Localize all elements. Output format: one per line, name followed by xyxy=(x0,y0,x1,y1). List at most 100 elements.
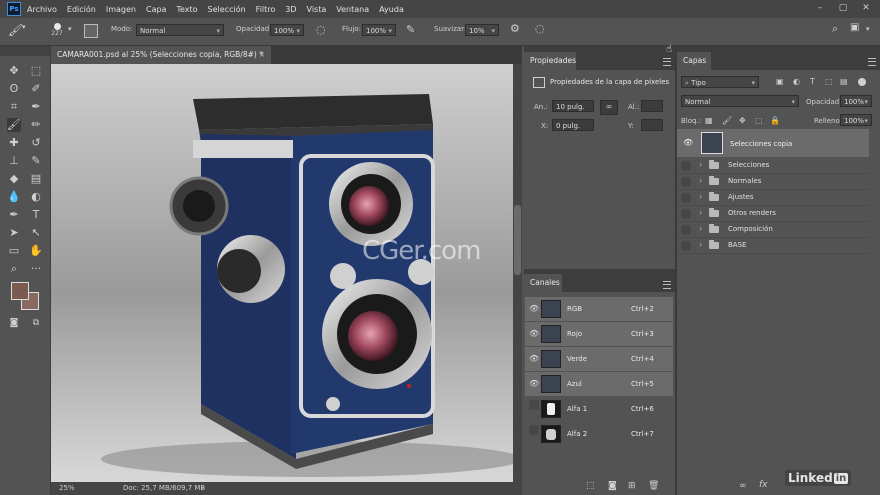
fill-field[interactable]: 100% xyxy=(840,114,872,127)
visibility-toggle[interactable] xyxy=(681,209,691,219)
layer-group-row[interactable]: › Otros renders xyxy=(677,206,869,222)
visibility-toggle[interactable] xyxy=(529,425,539,435)
airbrush-icon[interactable]: ✎ xyxy=(406,23,415,36)
menu-texto[interactable]: Texto xyxy=(176,5,197,14)
filter-toggle-icon[interactable] xyxy=(858,78,866,86)
rectangle-tool-icon[interactable]: ▭ xyxy=(7,244,21,258)
blend-mode-select[interactable]: Normal xyxy=(681,95,799,108)
crop-tool-icon[interactable]: ⌗ xyxy=(7,100,21,114)
quick-selection-icon[interactable]: ✐ xyxy=(29,82,43,96)
width-field[interactable]: 10 pulg. xyxy=(552,100,594,112)
filter-type-icon[interactable]: T xyxy=(810,77,815,86)
chevron-right-icon[interactable]: › xyxy=(699,208,702,217)
filter-pixel-icon[interactable]: ▣ xyxy=(776,77,784,86)
chevron-right-icon[interactable]: › xyxy=(699,240,702,249)
layer-group-row[interactable]: › BASE xyxy=(677,238,869,254)
lasso-tool-icon[interactable]: ʘ xyxy=(7,82,21,96)
opacity-field[interactable]: 100% xyxy=(270,24,304,37)
channel-row[interactable]: 👁 RGB Ctrl+2 xyxy=(525,297,673,321)
layer-filter-select[interactable]: ⌕ Tipo xyxy=(681,76,759,89)
y-field[interactable] xyxy=(641,119,663,131)
menu-edicion[interactable]: Edición xyxy=(67,5,96,14)
chevron-right-icon[interactable]: › xyxy=(699,176,702,185)
channel-row[interactable]: 👁 Rojo Ctrl+3 xyxy=(525,322,673,346)
more-tools-icon[interactable]: ··· xyxy=(29,262,43,276)
hand-tool-icon[interactable]: ✋ xyxy=(29,244,43,258)
chevron-right-icon[interactable]: › xyxy=(699,160,702,169)
lock-position-icon[interactable]: ✥ xyxy=(739,116,746,125)
layer-group-row[interactable]: › Selecciones xyxy=(677,158,869,174)
pressure-size-icon[interactable]: ◌ xyxy=(535,22,545,35)
healing-brush-icon[interactable]: ✚ xyxy=(7,136,21,150)
tab-canales[interactable]: Canales xyxy=(524,274,562,292)
layer-row-selected[interactable]: 👁 Selecciones copia xyxy=(677,129,869,157)
channel-row[interactable]: Alfa 2 Ctrl+7 xyxy=(525,422,673,446)
menu-filtro[interactable]: Filtro xyxy=(256,5,276,14)
eye-icon[interactable]: 👁 xyxy=(529,304,539,314)
workspace-icon[interactable]: ▣ xyxy=(850,22,859,33)
smooth-field[interactable]: 10% xyxy=(465,24,499,37)
fx-icon[interactable]: fx xyxy=(759,480,768,490)
path-selection-icon[interactable]: ➤ xyxy=(7,226,21,240)
tab-capas[interactable]: Capas xyxy=(677,52,711,70)
load-selection-icon[interactable]: ⬚ xyxy=(586,481,595,491)
lock-artboard-icon[interactable]: ⬚ xyxy=(755,116,763,125)
pressure-opacity-icon[interactable]: ◌ xyxy=(316,23,326,36)
lock-pixels-icon[interactable]: 🖌 xyxy=(722,116,732,125)
trash-icon[interactable]: 🗑 xyxy=(648,481,659,491)
visibility-toggle[interactable] xyxy=(681,241,691,251)
layer-group-row[interactable]: › Composición xyxy=(677,222,869,238)
visibility-toggle[interactable] xyxy=(681,193,691,203)
menu-imagen[interactable]: Imagen xyxy=(106,5,136,14)
close-icon[interactable]: ✕ xyxy=(861,3,871,13)
search-icon[interactable]: ⌕ xyxy=(832,22,838,36)
channel-row[interactable]: Alfa 1 Ctrl+6 xyxy=(525,397,673,421)
visibility-toggle[interactable] xyxy=(529,400,539,410)
chevron-right-icon[interactable]: › xyxy=(201,484,204,492)
layer-group-row[interactable]: › Normales xyxy=(677,174,869,190)
eye-icon[interactable]: 👁 xyxy=(529,329,539,339)
lock-transparency-icon[interactable]: ▦ xyxy=(705,116,713,125)
close-icon[interactable]: × xyxy=(259,46,265,64)
link-layers-icon[interactable]: ∞ xyxy=(739,481,747,491)
blur-icon[interactable]: 💧 xyxy=(7,190,21,204)
pencil-icon[interactable]: ✏ xyxy=(29,118,43,132)
gear-icon[interactable]: ⚙ xyxy=(510,22,520,35)
menu-archivo[interactable]: Archivo xyxy=(27,5,57,14)
chevron-down-icon[interactable]: ▾ xyxy=(22,23,26,31)
brush-tool-icon[interactable]: 🖌 xyxy=(7,118,21,132)
zoom-tool-icon[interactable]: ⌕ xyxy=(7,262,21,276)
menu-vista[interactable]: Vista xyxy=(307,5,327,14)
tools-panel-header[interactable] xyxy=(0,46,50,56)
brush-panel-icon[interactable] xyxy=(84,24,98,38)
clone-stamp-icon[interactable]: ⊥ xyxy=(7,154,21,168)
link-icon[interactable]: ∞ xyxy=(600,100,618,115)
brush-preset-picker[interactable]: 227 xyxy=(50,23,64,37)
eye-icon[interactable]: 👁 xyxy=(683,138,693,147)
eye-icon[interactable]: 👁 xyxy=(529,379,539,389)
panel-menu-icon[interactable] xyxy=(868,58,876,66)
chevron-down-icon[interactable]: ▾ xyxy=(866,25,870,33)
chevron-down-icon[interactable]: ▾ xyxy=(68,25,72,33)
save-selection-icon[interactable]: ◙ xyxy=(608,481,617,491)
new-channel-icon[interactable]: ⊞ xyxy=(628,481,636,491)
filter-adjustment-icon[interactable]: ◐ xyxy=(793,77,800,86)
filter-shape-icon[interactable]: ⬚ xyxy=(825,77,833,86)
scrollbar-thumb[interactable] xyxy=(514,205,521,275)
layer-opacity-field[interactable]: 100% xyxy=(840,95,872,108)
chevron-right-icon[interactable]: › xyxy=(699,192,702,201)
visibility-toggle[interactable] xyxy=(681,161,691,171)
menu-ventana[interactable]: Ventana xyxy=(336,5,369,14)
gradient-icon[interactable]: ▤ xyxy=(29,172,43,186)
chevron-right-icon[interactable]: › xyxy=(699,224,702,233)
screen-mode-icon[interactable]: ⧉ xyxy=(29,316,43,330)
layer-group-row[interactable]: › Ajustes xyxy=(677,190,869,206)
tab-propiedades[interactable]: Propiedades xyxy=(524,52,576,70)
visibility-toggle[interactable] xyxy=(681,225,691,235)
menu-ayuda[interactable]: Ayuda xyxy=(379,5,404,14)
history-brush-icon[interactable]: ↺ xyxy=(29,136,43,150)
mixer-brush-icon[interactable]: ✎ xyxy=(29,154,43,168)
brush-tool-icon[interactable]: 🖌 xyxy=(8,23,23,37)
x-field[interactable]: 0 pulg. xyxy=(552,119,594,131)
height-field[interactable] xyxy=(641,100,663,112)
